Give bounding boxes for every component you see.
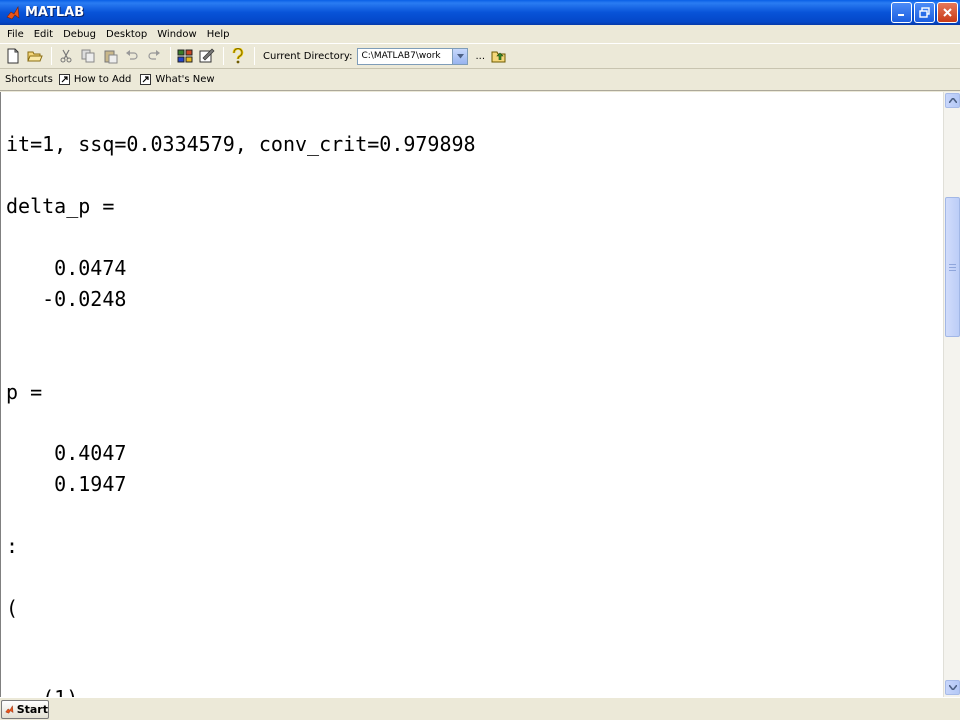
- output-line: 0.4047: [6, 441, 127, 465]
- simulink-button[interactable]: [175, 46, 195, 66]
- scroll-thumb[interactable]: [945, 197, 960, 337]
- menu-debug[interactable]: Debug: [58, 29, 101, 40]
- shortcut-whats-new-label: What's New: [155, 74, 215, 85]
- simulink-icon: [177, 49, 193, 63]
- guide-icon: [199, 48, 215, 63]
- scroll-down-button[interactable]: [945, 680, 960, 695]
- shortcuts-bar: Shortcuts How to Add What's New: [0, 69, 960, 91]
- open-folder-icon: [27, 51, 43, 62]
- shortcut-how-to-add-label: How to Add: [73, 74, 132, 85]
- help-button[interactable]: [228, 46, 248, 66]
- menu-desktop[interactable]: Desktop: [101, 29, 152, 40]
- close-icon: [943, 8, 952, 17]
- restore-icon: [919, 7, 930, 18]
- start-button[interactable]: Start: [1, 700, 49, 719]
- minimize-button[interactable]: [891, 2, 912, 23]
- current-directory-dropdown[interactable]: [452, 48, 468, 64]
- current-directory-value[interactable]: C:\MATLAB7\work: [358, 51, 440, 61]
- status-bar: Start: [0, 697, 960, 720]
- output-line: 0.1947: [6, 472, 127, 496]
- toolbar: Current Directory: C:\MATLAB7\work ...: [0, 43, 960, 69]
- output-line: -0.0248: [6, 287, 127, 311]
- copy-button[interactable]: [78, 46, 98, 66]
- minimize-icon: [898, 14, 904, 16]
- shortcut-how-to-add[interactable]: How to Add: [58, 74, 132, 85]
- redo-button[interactable]: [144, 46, 164, 66]
- command-window[interactable]: it=1, ssq=0.0334579, conv_crit=0.979898 …: [0, 92, 943, 697]
- title-bar[interactable]: MATLAB: [0, 0, 960, 25]
- output-line: 0.0474: [6, 256, 127, 280]
- shortcuts-label[interactable]: Shortcuts: [5, 74, 53, 85]
- matlab-start-icon: [5, 705, 14, 714]
- shortcut-arrow-icon: [58, 74, 70, 85]
- toolbar-separator: [254, 47, 255, 65]
- toolbar-separator: [170, 47, 171, 65]
- scroll-up-arrow-icon: [948, 98, 957, 103]
- toolbar-separator: [51, 47, 52, 65]
- toolbar-separator: [223, 47, 224, 65]
- current-directory-select[interactable]: C:\MATLAB7\work: [357, 47, 469, 65]
- cut-icon: [60, 49, 72, 63]
- paste-button[interactable]: [100, 46, 120, 66]
- menu-file[interactable]: File: [2, 29, 29, 40]
- window-controls: [891, 2, 958, 23]
- cut-button[interactable]: [56, 46, 76, 66]
- new-file-icon: [7, 48, 19, 64]
- shortcut-whats-new[interactable]: What's New: [140, 74, 215, 85]
- open-button[interactable]: [25, 46, 45, 66]
- current-directory-label: Current Directory:: [263, 50, 353, 62]
- output-line: delta_p =: [6, 194, 115, 218]
- start-label: Start: [16, 703, 48, 716]
- menu-edit[interactable]: Edit: [29, 29, 58, 40]
- chevron-down-icon: [456, 53, 464, 58]
- grip-icon: [949, 263, 956, 271]
- menu-help[interactable]: Help: [202, 29, 235, 40]
- shortcut-arrow-icon: [140, 74, 152, 85]
- menu-window[interactable]: Window: [152, 29, 201, 40]
- output-line: p =: [6, 380, 43, 404]
- paste-icon: [104, 50, 117, 63]
- undo-button[interactable]: [122, 46, 142, 66]
- vertical-scrollbar[interactable]: [943, 92, 960, 697]
- browse-button[interactable]: ...: [475, 51, 485, 62]
- scroll-down-arrow-icon: [948, 685, 957, 690]
- copy-icon: [81, 49, 94, 63]
- new-file-button[interactable]: [3, 46, 23, 66]
- output-line: it=1, ssq=0.0334579, conv_crit=0.979898: [6, 132, 476, 156]
- output-line: (1): [6, 688, 78, 697]
- up-folder-icon: [491, 51, 506, 63]
- command-output: it=1, ssq=0.0334579, conv_crit=0.979898 …: [6, 92, 476, 697]
- undo-icon: [126, 50, 138, 60]
- matlab-logo-icon: [5, 5, 21, 21]
- scroll-up-button[interactable]: [945, 93, 960, 108]
- close-button[interactable]: [937, 2, 958, 23]
- redo-icon: [148, 50, 160, 60]
- help-icon: [232, 48, 244, 64]
- window-title: MATLAB: [25, 5, 85, 20]
- up-folder-button[interactable]: [489, 46, 509, 66]
- output-line: :: [6, 534, 19, 558]
- restore-button[interactable]: [914, 2, 935, 23]
- guide-button[interactable]: [197, 46, 217, 66]
- output-line: (: [6, 596, 19, 620]
- menu-bar: File Edit Debug Desktop Window Help: [0, 25, 960, 43]
